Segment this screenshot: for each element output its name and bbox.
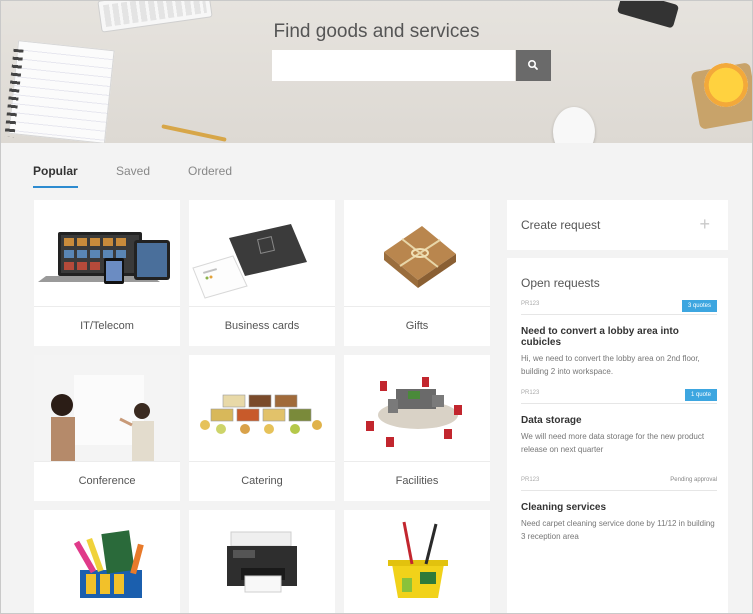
request-meta: PR123 Pending approval (521, 476, 717, 491)
quote-count-badge: 1 quote (684, 389, 717, 401)
notebook-decoration (8, 40, 115, 143)
tile-cleaning[interactable] (344, 510, 490, 613)
request-id: PR123 (521, 301, 540, 307)
mouse-decoration (553, 107, 595, 143)
tile-gifts[interactable]: Gifts (344, 200, 490, 346)
search-input[interactable] (272, 50, 515, 81)
request-description: Need carpet cleaning service done by 11/… (521, 519, 715, 541)
tile-label: Business cards (224, 320, 300, 332)
tile-conference[interactable]: Conference (34, 355, 180, 501)
search-button[interactable] (516, 50, 551, 81)
tile-divider (344, 306, 490, 307)
tile-it-telecom[interactable]: IT/Telecom (34, 200, 180, 346)
hero-title: Find goods and services (273, 21, 480, 42)
tile-catering[interactable]: Catering (189, 355, 335, 501)
tile-label: Gifts (405, 320, 429, 332)
tile-printers[interactable] (189, 510, 335, 613)
coffee-cup-decoration (704, 63, 748, 107)
pencil-decoration (161, 124, 227, 142)
tile-divider (34, 461, 180, 462)
request-meta: PR123 3 quotes (521, 300, 717, 315)
tab-saved[interactable]: Saved (116, 164, 150, 186)
office-desk-icon (366, 377, 462, 447)
create-request-card[interactable]: Create request + (507, 200, 728, 250)
request-id: PR123 (521, 477, 540, 483)
meeting-people-icon (34, 355, 180, 461)
request-item[interactable]: PR123 3 quotes Need to convert a lobby a… (521, 300, 717, 378)
request-title[interactable]: Data storage (521, 415, 717, 426)
tab-ordered[interactable]: Ordered (188, 164, 232, 186)
open-requests-title: Open requests (521, 276, 600, 290)
tile-business-cards[interactable]: Business cards (189, 200, 335, 346)
markers-icon (73, 530, 144, 598)
tile-label: Facilities (395, 475, 439, 487)
business-cards-icon (192, 224, 307, 299)
tile-office-supplies[interactable] (34, 510, 180, 613)
gift-box-icon (384, 226, 456, 288)
plus-icon[interactable]: + (699, 214, 710, 235)
app-frame: Find goods and services Popular Saved Or… (0, 0, 753, 614)
tile-divider (189, 461, 335, 462)
tab-popular[interactable]: Popular (33, 164, 78, 188)
open-requests-panel: Open requests PR123 3 quotes Need to con… (507, 258, 728, 613)
tile-divider (34, 306, 180, 307)
request-meta: PR123 1 quote (521, 389, 717, 404)
request-description: Hi, we need to convert the lobby area on… (521, 354, 700, 376)
food-trays-icon (200, 394, 322, 434)
request-title[interactable]: Cleaning services (521, 502, 717, 513)
hero-banner: Find goods and services (1, 1, 752, 143)
search-icon (528, 60, 538, 70)
tile-divider (189, 306, 335, 307)
tile-label: Conference (78, 475, 136, 487)
request-item[interactable]: PR123 Pending approval Cleaning services… (521, 476, 717, 543)
cleaning-bucket-icon (388, 521, 448, 598)
quote-count-badge: 3 quotes (681, 300, 717, 312)
request-title[interactable]: Need to convert a lobby area into cubicl… (521, 326, 717, 348)
request-item[interactable]: PR123 1 quote Data storage We will need … (521, 389, 717, 456)
tile-divider (344, 461, 490, 462)
create-request-label: Create request (521, 218, 601, 232)
printer-icon (227, 531, 297, 593)
approval-status: Pending approval (670, 477, 717, 483)
tile-facilities[interactable]: Facilities (344, 355, 490, 501)
request-id: PR123 (521, 390, 540, 396)
tile-label: IT/Telecom (80, 320, 134, 332)
tile-label: Catering (241, 475, 283, 487)
request-description: We will need more data storage for the n… (521, 432, 705, 454)
devices-icon (38, 232, 170, 284)
